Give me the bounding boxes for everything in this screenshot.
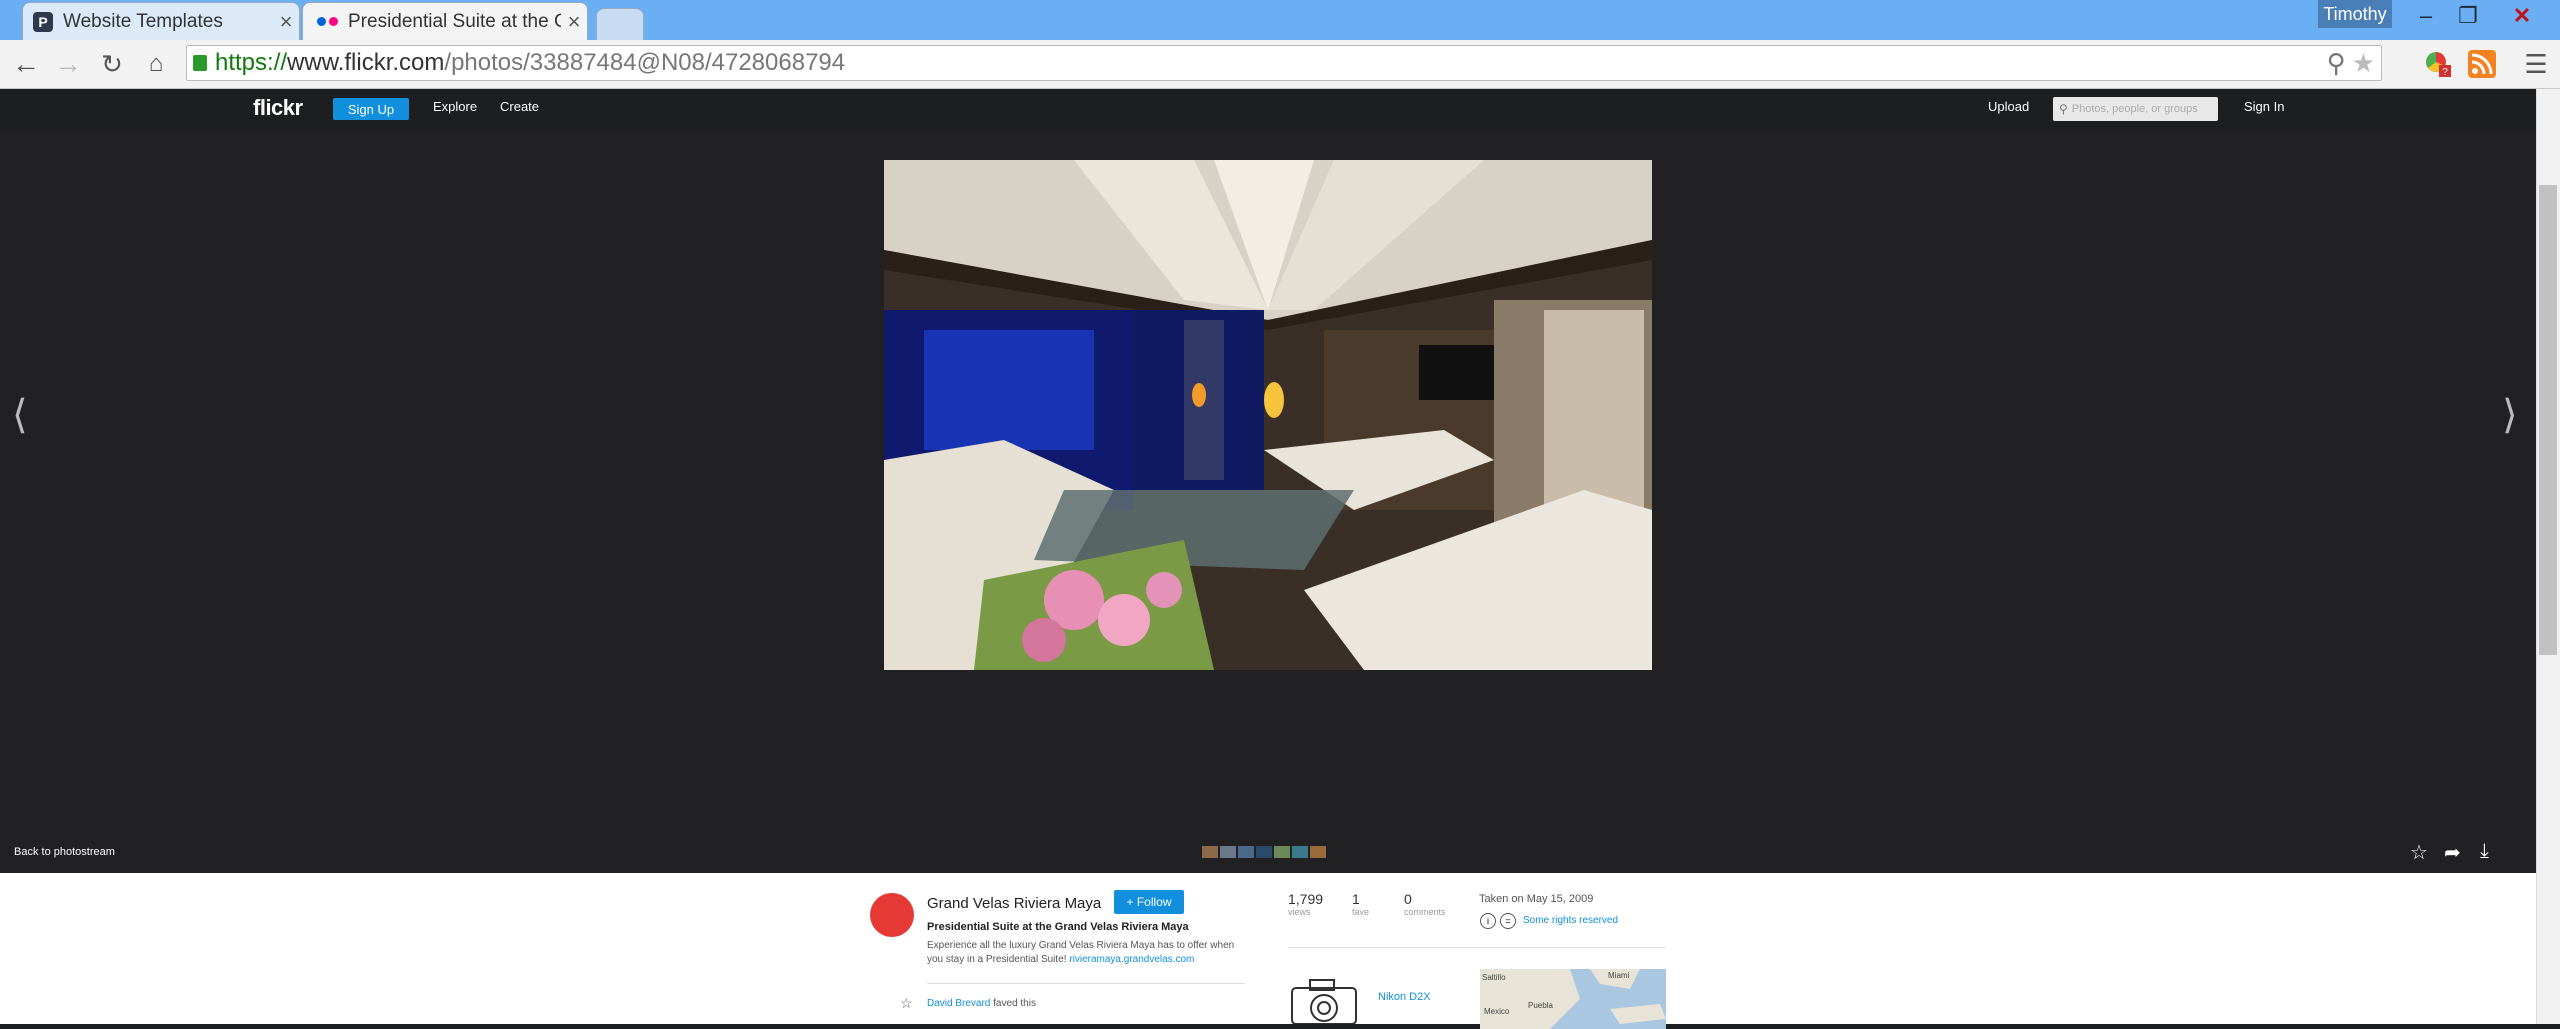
reload-icon[interactable]: ↻ — [96, 48, 128, 80]
flickr-header: flickr Sign Up Explore Create Upload ⚲ P… — [0, 89, 2536, 129]
photostream-filmstrip[interactable] — [1202, 846, 1326, 858]
restore-icon[interactable]: ❐ — [2450, 0, 2486, 32]
faves-count: 1 — [1352, 891, 1360, 907]
map-label: Saltillo — [1482, 973, 1506, 982]
photo-title: Presidential Suite at the Grand Velas Ri… — [927, 921, 1189, 933]
comments-label: comments — [1404, 907, 1446, 917]
search-input[interactable]: ⚲ Photos, people, or groups — [2053, 97, 2218, 121]
tab-website-templates[interactable]: P Website Templates × — [22, 2, 300, 40]
tab-close-icon[interactable]: × — [561, 9, 587, 35]
menu-icon[interactable]: ☰ — [2520, 48, 2552, 80]
fave-text: faved this — [993, 998, 1036, 1009]
flickr-favicon-icon — [317, 17, 338, 26]
thumbnail[interactable] — [1220, 846, 1236, 858]
divider — [927, 983, 1245, 984]
scrollbar-thumb[interactable] — [2539, 185, 2557, 655]
map-label: Miami — [1608, 971, 1630, 980]
svg-text:?: ? — [2442, 67, 2448, 78]
tab-label: Presidential Suite at the G — [348, 10, 561, 32]
owner-avatar[interactable] — [870, 893, 914, 937]
close-window-icon[interactable]: ✕ — [2496, 0, 2548, 32]
fave-user-link[interactable]: David Brevard — [927, 998, 990, 1009]
lock-icon — [193, 55, 207, 71]
camera-icon — [1291, 979, 1357, 1024]
map-label: Mexico — [1484, 1007, 1510, 1016]
fave-activity: David Brevard faved this — [927, 998, 1036, 1009]
thumbnail[interactable] — [1202, 846, 1218, 858]
owner-name[interactable]: Grand Velas Riviera Maya — [927, 895, 1101, 912]
back-to-photostream-link[interactable]: Back to photostream — [14, 846, 115, 858]
rss-icon[interactable] — [2466, 48, 2498, 80]
signup-button[interactable]: Sign Up — [333, 98, 409, 120]
favorite-star-icon[interactable]: ☆ — [2410, 840, 2428, 865]
divider — [1288, 947, 1666, 948]
explore-link[interactable]: Explore — [433, 99, 477, 114]
main-photo[interactable] — [884, 160, 1652, 670]
download-icon[interactable]: ⤓ — [2480, 840, 2489, 863]
photo-description: Experience all the luxury Grand Velas Ri… — [927, 939, 1237, 967]
flickr-logo[interactable]: flickr — [253, 95, 303, 121]
fave-star-icon: ☆ — [900, 995, 913, 1011]
cc-attribution-icon: i — [1480, 913, 1496, 929]
extension-icon[interactable]: ? — [2422, 48, 2454, 80]
tab-presidential-suite[interactable]: Presidential Suite at the G × — [302, 2, 588, 40]
comments-stat: 0 comments — [1404, 891, 1446, 917]
window-titlebar: P Website Templates × Presidential Suite… — [0, 0, 2560, 40]
url-host: www.flickr.com — [287, 49, 445, 76]
location-map[interactable]: Saltillo Miami Mexico Puebla — [1480, 969, 1666, 1029]
views-stat: 1,799 views — [1288, 891, 1323, 917]
cc-noderivs-icon: = — [1500, 913, 1516, 929]
thumbnail[interactable] — [1238, 846, 1254, 858]
faves-stat: 1 fave — [1352, 891, 1369, 917]
search-icon: ⚲ — [2059, 102, 2068, 116]
faves-label: fave — [1352, 907, 1370, 917]
tab-label: Website Templates — [63, 10, 223, 32]
forward-icon[interactable]: → — [52, 48, 84, 80]
tab-close-icon[interactable]: × — [273, 9, 299, 35]
website-link[interactable]: rivieramaya.grandvelas.com — [1069, 954, 1194, 965]
search-icon[interactable]: ⚲ — [2327, 48, 2346, 79]
thumbnail[interactable] — [1256, 846, 1272, 858]
share-icon[interactable]: ➦ — [2444, 840, 2461, 865]
thumbnail[interactable] — [1292, 846, 1308, 858]
next-photo-icon[interactable]: ⟩ — [2502, 392, 2518, 438]
create-link[interactable]: Create — [500, 99, 539, 114]
taken-date: Taken on May 15, 2009 — [1479, 893, 1594, 905]
map-label: Puebla — [1528, 1001, 1553, 1010]
signin-link[interactable]: Sign In — [2244, 99, 2284, 114]
thumbnail[interactable] — [1310, 846, 1326, 858]
pixlr-favicon-icon: P — [33, 11, 53, 32]
profile-user-badge[interactable]: Timothy — [2318, 0, 2392, 28]
url-path: /photos/33887484@N08/4728068794 — [444, 49, 846, 76]
thumbnail[interactable] — [1274, 846, 1290, 858]
address-bar[interactable]: https://www.flickr.com/photos/33887484@N… — [186, 45, 2382, 81]
home-icon[interactable]: ⌂ — [140, 48, 172, 80]
camera-model-link[interactable]: Nikon D2X — [1378, 991, 1431, 1003]
photo-info-panel: Grand Velas Riviera Maya + Follow Presid… — [0, 873, 2536, 1029]
minimize-icon[interactable]: – — [2408, 0, 2444, 32]
comments-count: 0 — [1404, 891, 1412, 907]
new-tab-button[interactable] — [596, 8, 644, 40]
follow-button[interactable]: + Follow — [1114, 890, 1184, 914]
back-icon[interactable]: ← — [10, 48, 42, 80]
browser-toolbar: ← → ↻ ⌂ https://www.flickr.com/photos/33… — [0, 40, 2560, 89]
views-label: views — [1288, 907, 1311, 917]
bookmark-star-icon[interactable]: ★ — [2352, 48, 2375, 79]
views-count: 1,799 — [1288, 891, 1324, 907]
upload-link[interactable]: Upload — [1988, 99, 2029, 114]
search-placeholder: Photos, people, or groups — [2071, 103, 2198, 115]
license-link[interactable]: Some rights reserved — [1523, 915, 1618, 926]
url-scheme: https:// — [215, 49, 288, 76]
previous-photo-icon[interactable]: ⟨ — [12, 392, 28, 438]
